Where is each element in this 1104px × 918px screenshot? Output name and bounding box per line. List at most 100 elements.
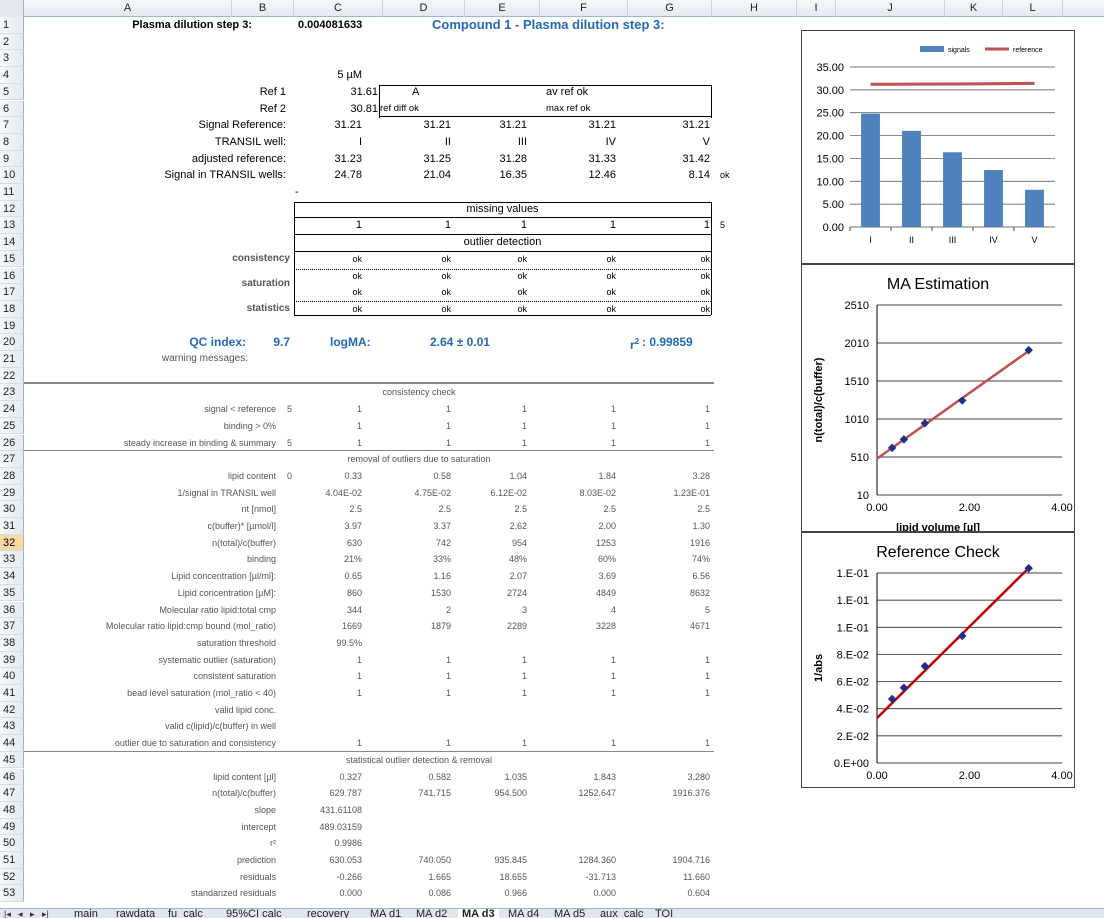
- column-header-E[interactable]: E: [465, 0, 540, 17]
- row-30-val-2[interactable]: 2.5: [383, 502, 451, 516]
- section-23[interactable]: consistency check: [294, 385, 544, 399]
- signal-in-wells-label[interactable]: Signal in TRANSIL wells:: [24, 168, 286, 182]
- ok-r16-5[interactable]: ok: [628, 269, 710, 283]
- signal-reference-5[interactable]: 31.21: [628, 118, 710, 132]
- row-header-24[interactable]: 24: [0, 401, 24, 418]
- row-header-41[interactable]: 41: [0, 685, 24, 702]
- ok-r15-5[interactable]: ok: [628, 252, 710, 266]
- row-24-val-3[interactable]: 1: [465, 402, 527, 416]
- transil-well-label[interactable]: TRANSIL well:: [24, 135, 286, 149]
- row-53-val-3[interactable]: 0.966: [465, 886, 527, 900]
- row-32-val-2[interactable]: 742: [383, 536, 451, 550]
- row-header-40[interactable]: 40: [0, 668, 24, 685]
- row-29-val-1[interactable]: 4.04E-02: [294, 486, 362, 500]
- ok-r17-4[interactable]: ok: [540, 285, 616, 299]
- cell-c1-value[interactable]: 0.004081633: [298, 18, 408, 32]
- row-39-val-3[interactable]: 1: [465, 653, 527, 667]
- column-header-F[interactable]: F: [540, 0, 628, 17]
- ok-r16-3[interactable]: ok: [465, 269, 527, 283]
- row-37-val-4[interactable]: 3228: [540, 619, 616, 633]
- signal-reference-1[interactable]: 31.21: [294, 118, 362, 132]
- label-saturation[interactable]: saturation: [24, 277, 290, 291]
- row-header-10[interactable]: 10: [0, 167, 24, 184]
- row-52-val-4[interactable]: -31.713: [540, 870, 616, 884]
- row-40-val-1[interactable]: 1: [294, 669, 362, 683]
- row-25-val-5[interactable]: 1: [628, 419, 710, 433]
- ok-r17-2[interactable]: ok: [383, 285, 451, 299]
- transil-well-3[interactable]: III: [465, 135, 527, 149]
- last-sheet-icon[interactable]: ▸|: [42, 909, 49, 918]
- sheet-tab-rawdata[interactable]: rawdata: [112, 909, 159, 918]
- row-26-val-2[interactable]: 1: [383, 436, 451, 450]
- column-header-G[interactable]: G: [628, 0, 712, 17]
- row-29-val-3[interactable]: 6.12E-02: [465, 486, 527, 500]
- row-28-val-2[interactable]: 0.58: [383, 469, 451, 483]
- prev-sheet-icon[interactable]: ◂: [18, 909, 23, 918]
- missing-5[interactable]: 1: [628, 218, 710, 232]
- row-35-val-4[interactable]: 4849: [540, 586, 616, 600]
- adjusted-reference-1[interactable]: 31.23: [294, 152, 362, 166]
- row-41-val-4[interactable]: 1: [540, 686, 616, 700]
- title-compound[interactable]: Compound 1 - Plasma dilution step 3:: [432, 18, 732, 32]
- row-32-val-1[interactable]: 630: [294, 536, 362, 550]
- row-header-20[interactable]: 20: [0, 334, 24, 351]
- row-39-label[interactable]: systematic outlier (saturation): [24, 653, 276, 667]
- row-51-val-1[interactable]: 630.053: [294, 853, 362, 867]
- row-29-val-4[interactable]: 8.03E-02: [540, 486, 616, 500]
- row-26-label[interactable]: steady increase in binding & summary: [24, 436, 276, 450]
- ok-r15-4[interactable]: ok: [540, 252, 616, 266]
- row-header-28[interactable]: 28: [0, 467, 24, 485]
- column-header-J[interactable]: J: [836, 0, 945, 17]
- row-26-val-3[interactable]: 1: [465, 436, 527, 450]
- ref1-label[interactable]: Ref 1: [24, 85, 286, 99]
- row-36-val-4[interactable]: 4: [540, 603, 616, 617]
- adjusted-reference-4[interactable]: 31.33: [540, 152, 616, 166]
- row-25-val-1[interactable]: 1: [294, 419, 362, 433]
- section-45[interactable]: statistical outlier detection & removal: [294, 753, 544, 767]
- signal-in-wells-1[interactable]: 24.78: [294, 168, 362, 182]
- row-47-val-4[interactable]: 1252.647: [540, 786, 616, 800]
- row-53-label[interactable]: standarized residuals: [24, 886, 276, 900]
- signal-in-wells-flag[interactable]: ok: [720, 168, 760, 182]
- column-header-H[interactable]: H: [712, 0, 797, 17]
- ok-r18-2[interactable]: ok: [383, 302, 451, 316]
- row-header-27[interactable]: 27: [0, 451, 24, 468]
- r2-value[interactable]: : 0.99859: [642, 335, 722, 349]
- row-25-val-2[interactable]: 1: [383, 419, 451, 433]
- row-header-14[interactable]: 14: [0, 234, 24, 251]
- row-50-val-1[interactable]: 0.9986: [294, 836, 362, 850]
- row-35-val-5[interactable]: 8632: [628, 586, 710, 600]
- ok-r18-3[interactable]: ok: [465, 302, 527, 316]
- column-header-I[interactable]: I: [797, 0, 836, 17]
- signal-reference-label[interactable]: Signal Reference:: [24, 118, 286, 132]
- row-29-val-5[interactable]: 1.23E-01: [628, 486, 710, 500]
- row-28-val-5[interactable]: 3.28: [628, 469, 710, 483]
- row-28-val-1[interactable]: 0.33: [294, 469, 362, 483]
- row-39-val-5[interactable]: 1: [628, 653, 710, 667]
- row-header-42[interactable]: 42: [0, 701, 24, 719]
- sheet-tab-ma-d3[interactable]: MA d3: [458, 909, 499, 918]
- adjusted-reference-5[interactable]: 31.42: [628, 152, 710, 166]
- sheet-tab-ma-d5[interactable]: MA d5: [550, 909, 589, 918]
- row-33-val-4[interactable]: 60%: [540, 552, 616, 566]
- row-37-val-3[interactable]: 2289: [465, 619, 527, 633]
- row-header-4[interactable]: 4: [0, 67, 24, 84]
- outlier-detection-title[interactable]: outlier detection: [294, 235, 711, 249]
- row-36-val-2[interactable]: 2: [383, 603, 451, 617]
- row-24-val-4[interactable]: 1: [540, 402, 616, 416]
- transil-well-4[interactable]: IV: [540, 135, 616, 149]
- row-26-val-1[interactable]: 1: [294, 436, 362, 450]
- row-47-val-2[interactable]: 741.715: [383, 786, 451, 800]
- row-41-val-2[interactable]: 1: [383, 686, 451, 700]
- sheet-tab-ma-d1[interactable]: MA d1: [366, 909, 405, 918]
- row-24-val-1[interactable]: 1: [294, 402, 362, 416]
- row-46-val-5[interactable]: 3.280: [628, 770, 710, 784]
- row-42-label[interactable]: valid lipid conc.: [24, 703, 276, 717]
- row-44-val-3[interactable]: 1: [465, 736, 527, 750]
- row-40-val-2[interactable]: 1: [383, 669, 451, 683]
- row-header-35[interactable]: 35: [0, 584, 24, 602]
- row-30-val-3[interactable]: 2.5: [465, 502, 527, 516]
- column-header-A[interactable]: A: [24, 0, 232, 17]
- row-35-val-3[interactable]: 2724: [465, 586, 527, 600]
- row-26-val-5[interactable]: 1: [628, 436, 710, 450]
